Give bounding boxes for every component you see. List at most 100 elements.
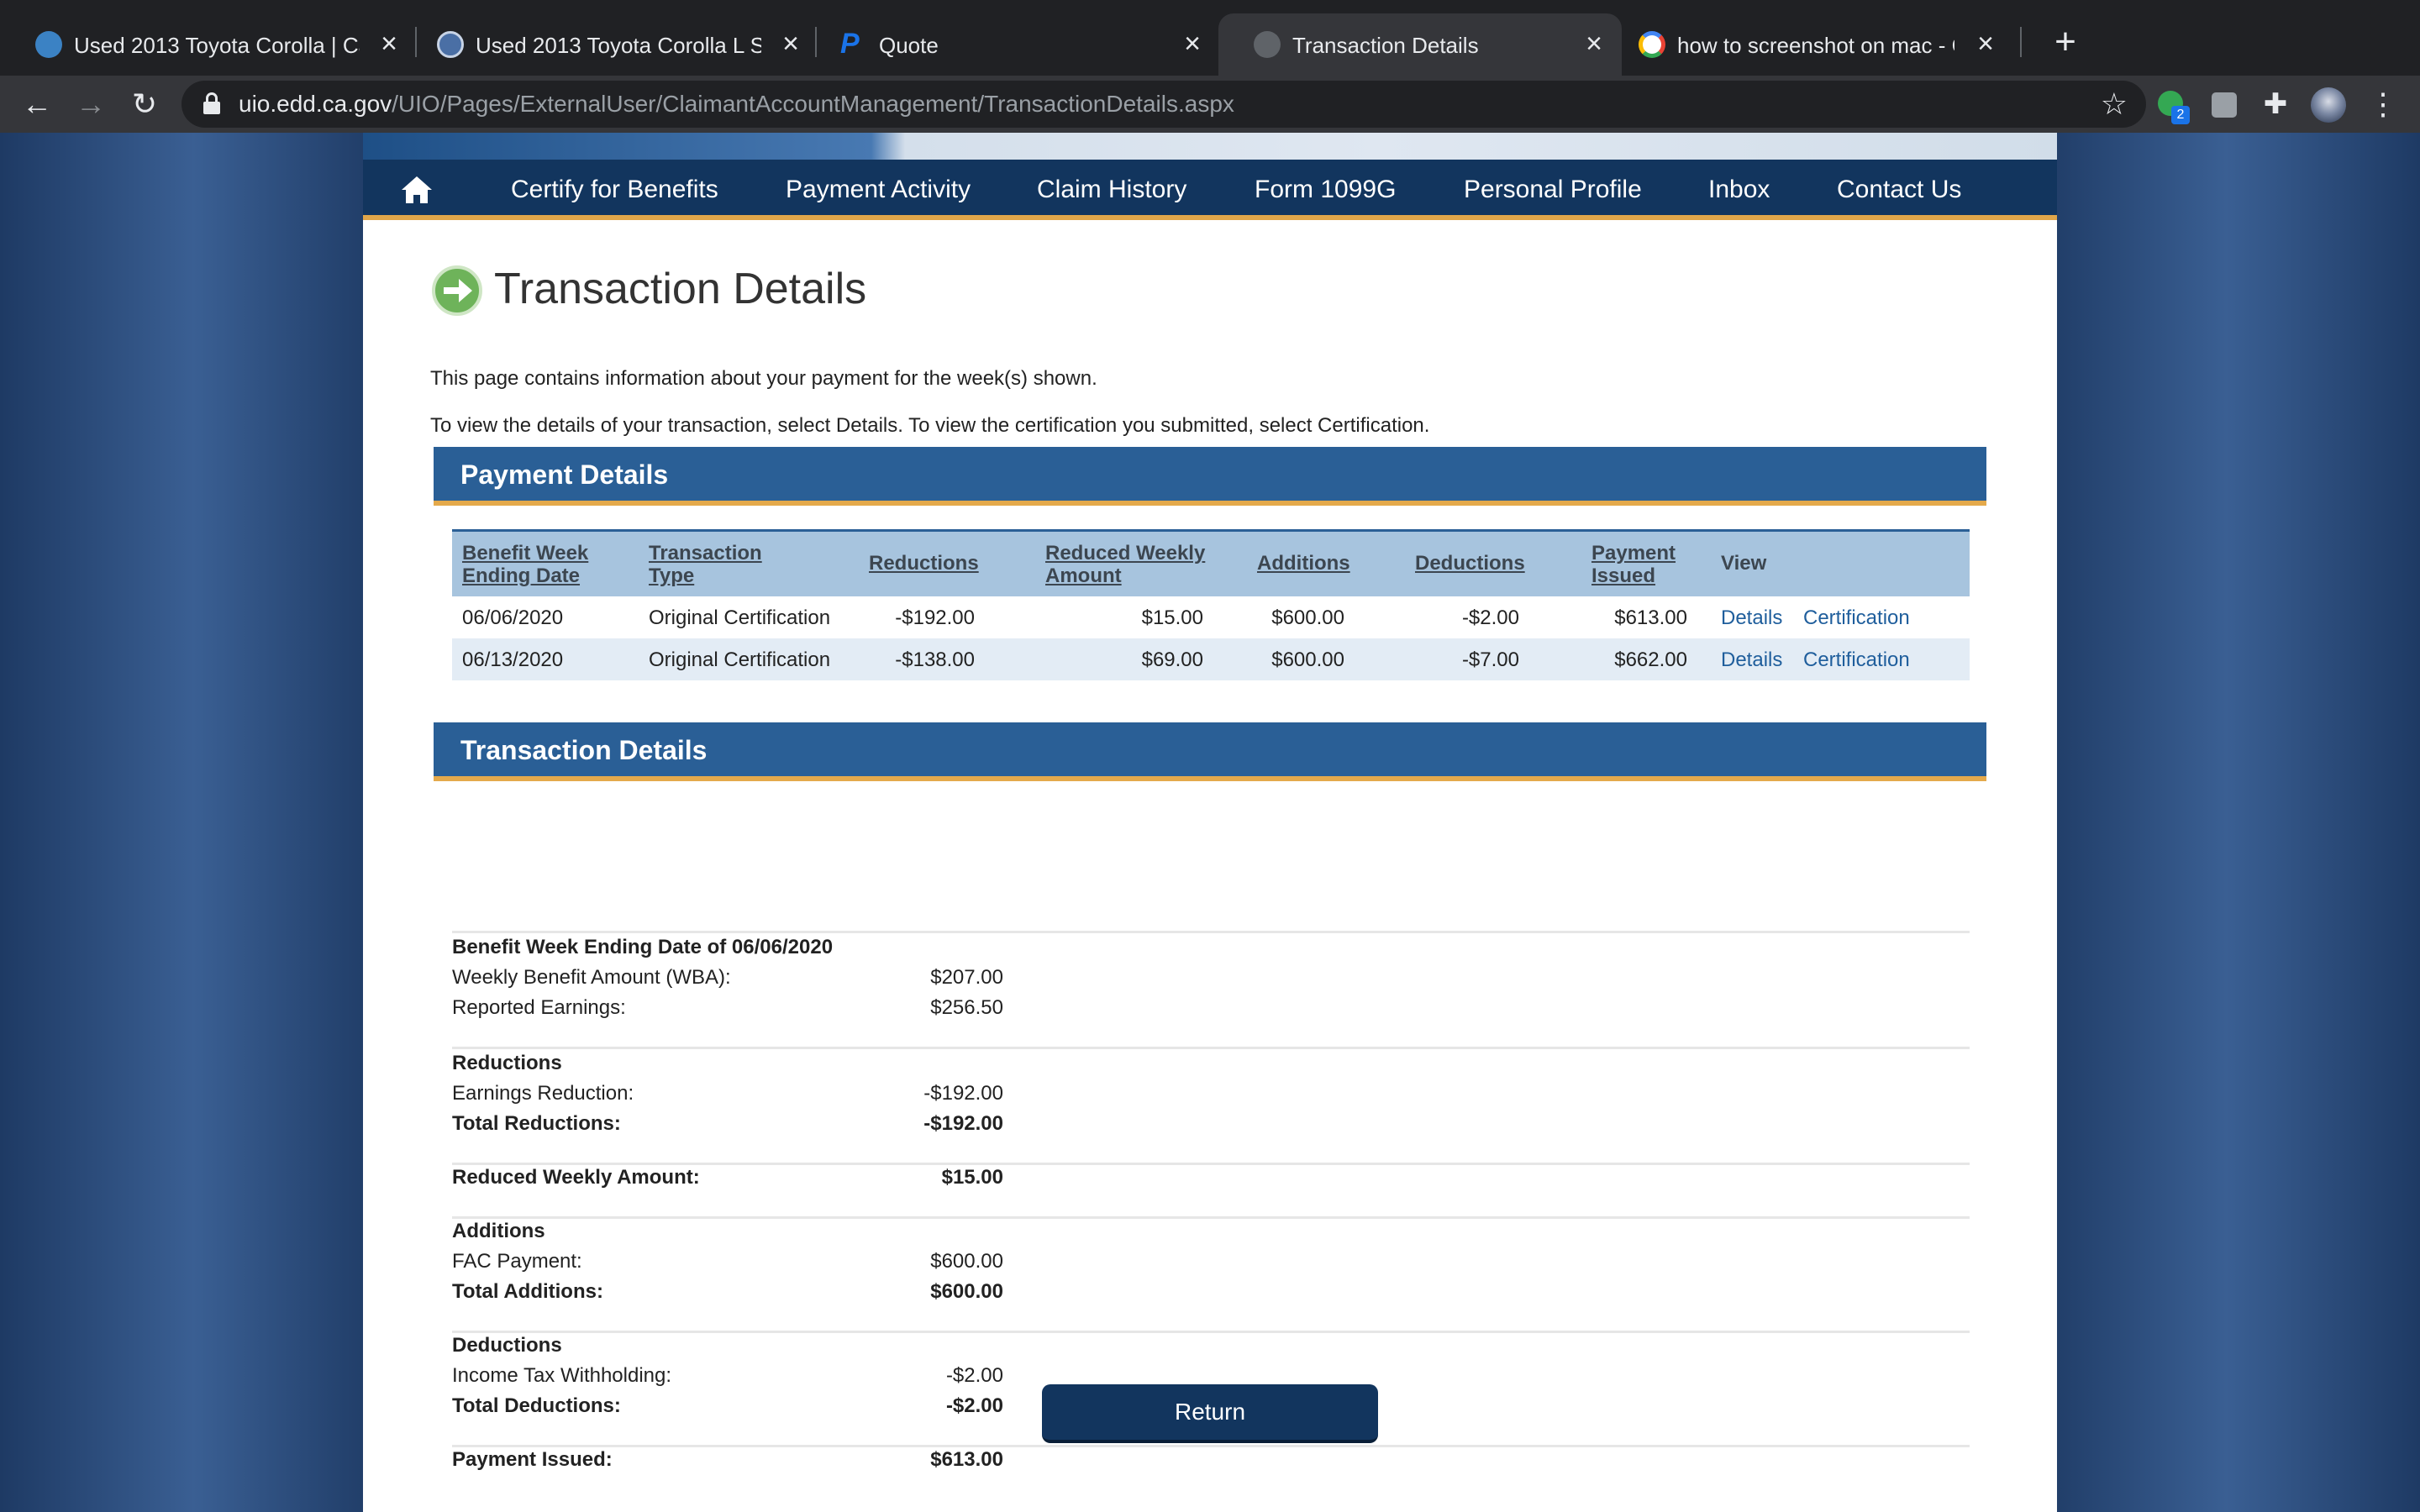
total-deductions-value: -$2.00 — [945, 1394, 1003, 1417]
earnings-reduction-value: -$192.00 — [923, 1082, 1003, 1105]
section-title: Transaction Details — [460, 735, 708, 765]
fac-payment-value: $600.00 — [930, 1250, 1003, 1273]
section-title: Payment Details — [460, 459, 669, 490]
extension-green-icon[interactable]: 2 — [2153, 86, 2190, 124]
intro-text: This page contains information about you… — [430, 367, 1097, 390]
cell-additions: $600.00 — [1271, 648, 1344, 671]
divider — [452, 1047, 1970, 1049]
tab-quote[interactable]: P Quote × — [805, 13, 1217, 76]
intro-instructions: To view the details of your transaction,… — [430, 414, 1430, 437]
deductions-heading: Deductions — [452, 1334, 562, 1357]
tab-title: Used 2013 Toyota Corolla | Car — [74, 33, 360, 58]
certification-link[interactable]: Certification — [1803, 606, 1910, 629]
additions-heading: Additions — [452, 1220, 545, 1242]
payment-details-header: Payment Details — [434, 447, 1986, 506]
total-deductions-label: Total Deductions: — [452, 1394, 621, 1417]
divider — [452, 1163, 1970, 1165]
tab-title: Transaction Details — [1292, 33, 1479, 58]
close-tab-icon[interactable]: × — [1180, 29, 1205, 59]
reduced-weekly-amount-value: $15.00 — [941, 1166, 1003, 1189]
col-transaction-type[interactable]: Transaction Type — [649, 542, 762, 587]
cell-date: 06/06/2020 — [462, 606, 564, 629]
return-button[interactable]: Return — [1042, 1384, 1378, 1443]
forward-icon[interactable]: → — [71, 84, 111, 124]
nav-inbox[interactable]: Inbox — [1708, 175, 1770, 205]
cell-payment-issued: $613.00 — [1614, 606, 1687, 629]
globe-favicon-icon — [437, 31, 464, 58]
tab-transaction-details[interactable]: Transaction Details × — [1218, 13, 1622, 76]
nav-certify-for-benefits[interactable]: Certify for Benefits — [511, 175, 718, 205]
income-tax-value: -$2.00 — [945, 1364, 1003, 1387]
certification-link[interactable]: Certification — [1803, 648, 1910, 671]
close-tab-icon[interactable]: × — [1973, 29, 1998, 59]
transaction-details-header: Transaction Details — [434, 722, 1986, 781]
details-link[interactable]: Details — [1721, 606, 1782, 629]
table-row: 06/13/2020 Original Certification -$138.… — [452, 638, 1970, 680]
divider — [452, 1445, 1970, 1447]
new-tab-icon[interactable]: + — [2045, 22, 2086, 62]
payment-issued-value: $613.00 — [930, 1448, 1003, 1471]
cell-deductions: -$2.00 — [1461, 606, 1519, 629]
wba-value: $207.00 — [930, 966, 1003, 989]
col-deductions[interactable]: Deductions — [1415, 552, 1525, 575]
table-header-row: Benefit Week Ending Date Transaction Type … — [452, 529, 1970, 596]
col-view: View — [1721, 552, 1767, 575]
nav-personal-profile[interactable]: Personal Profile — [1464, 175, 1642, 205]
col-additions[interactable]: Additions — [1257, 552, 1350, 575]
cell-additions: $600.00 — [1271, 606, 1344, 629]
col-payment-issued[interactable]: Payment Issued — [1591, 542, 1676, 587]
week-heading: Benefit Week Ending Date of 06/06/2020 — [452, 936, 834, 958]
nav-form-1099g[interactable]: Form 1099G — [1255, 175, 1396, 205]
back-icon[interactable]: ← — [17, 84, 57, 124]
cell-deductions: -$7.00 — [1461, 648, 1519, 671]
total-reductions-label: Total Reductions: — [452, 1112, 621, 1135]
wba-label: Weekly Benefit Amount (WBA): — [452, 966, 731, 989]
extensions-puzzle-icon[interactable]: ✚ — [2257, 86, 2294, 123]
tab-google-search[interactable]: how to screenshot on mac - Go × — [1603, 13, 2015, 76]
total-additions-value: $600.00 — [930, 1280, 1003, 1303]
earnings-value: $256.50 — [930, 996, 1003, 1019]
extension-gray-icon[interactable] — [2205, 86, 2242, 123]
close-tab-icon[interactable]: × — [376, 29, 402, 59]
car-favicon-icon — [35, 31, 62, 58]
tab-separator — [2020, 27, 2022, 57]
bookmark-star-icon[interactable]: ☆ — [2101, 87, 2128, 121]
col-reduced-weekly-amount[interactable]: Reduced Weekly Amount — [1045, 542, 1205, 587]
cell-reductions: -$138.00 — [895, 648, 975, 671]
payment-issued-label: Payment Issued: — [452, 1448, 613, 1471]
col-reductions[interactable]: Reductions — [869, 552, 979, 575]
nav-claim-history[interactable]: Claim History — [1037, 175, 1186, 205]
earnings-reduction-label: Earnings Reduction: — [452, 1082, 634, 1105]
nav-contact-us[interactable]: Contact Us — [1837, 175, 1961, 205]
quote-favicon-icon: P — [840, 28, 860, 60]
cell-reductions: -$192.00 — [895, 606, 975, 629]
income-tax-label: Income Tax Withholding: — [452, 1364, 672, 1387]
tab-title: how to screenshot on mac - Go — [1677, 33, 1954, 58]
reload-icon[interactable]: ↻ — [124, 84, 165, 124]
close-tab-icon[interactable]: × — [778, 29, 803, 59]
cell-rwa: $69.00 — [1141, 648, 1203, 671]
arrow-circle-icon — [432, 265, 482, 316]
menu-kebab-icon[interactable]: ⋮ — [2363, 84, 2403, 124]
tab-title: Used 2013 Toyota Corolla L Se — [476, 33, 761, 58]
tab-used-corolla-l[interactable]: Used 2013 Toyota Corolla L Se × — [402, 13, 813, 76]
tab-used-corolla-cars[interactable]: Used 2013 Toyota Corolla | Car × — [0, 13, 412, 76]
reductions-heading: Reductions — [452, 1052, 562, 1074]
total-reductions-value: -$192.00 — [923, 1112, 1003, 1135]
tab-title: Quote — [879, 33, 939, 58]
cell-type: Original Certification — [649, 648, 831, 671]
address-bar[interactable]: uio.edd.ca.gov/UIO/Pages/ExternalUser/Cl… — [182, 81, 2146, 128]
nav-payment-activity[interactable]: Payment Activity — [786, 175, 971, 205]
tab-strip: Used 2013 Toyota Corolla | Car × Used 20… — [0, 0, 2420, 76]
google-favicon-icon — [1639, 31, 1665, 58]
page-content: Certify for Benefits Payment Activity Cl… — [363, 133, 2057, 1512]
reduced-weekly-amount-label: Reduced Weekly Amount: — [452, 1166, 700, 1189]
divider — [452, 931, 1970, 933]
details-link[interactable]: Details — [1721, 648, 1782, 671]
home-icon[interactable] — [400, 175, 434, 205]
globe-favicon-icon — [1254, 31, 1281, 58]
earnings-label: Reported Earnings: — [452, 996, 626, 1019]
fac-payment-label: FAC Payment: — [452, 1250, 582, 1273]
col-benefit-week[interactable]: Benefit Week Ending Date — [462, 542, 588, 587]
profile-avatar[interactable] — [2309, 86, 2346, 123]
